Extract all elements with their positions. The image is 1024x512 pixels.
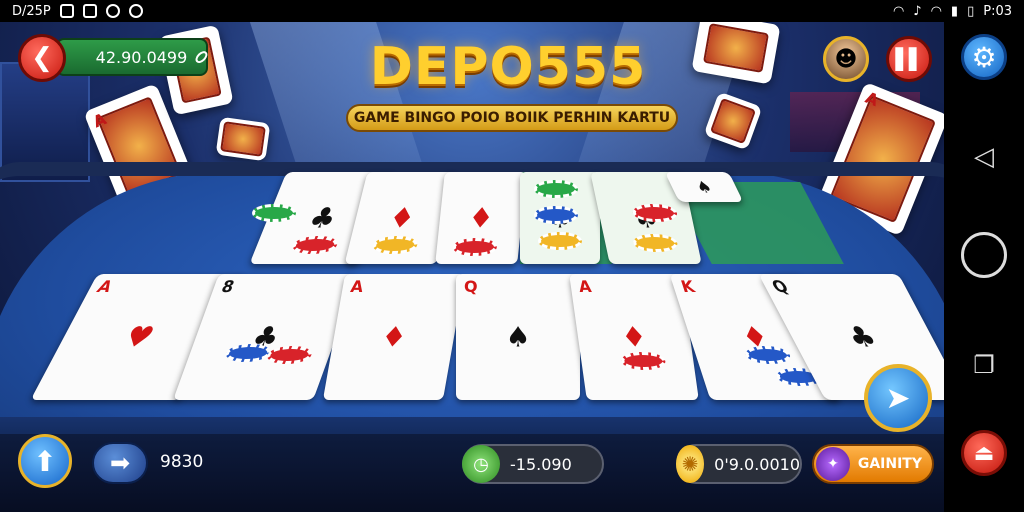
pause-icon: ▌▌ (895, 47, 925, 71)
card-rank: 8 (218, 277, 237, 296)
chip (631, 234, 680, 252)
alert-icon (105, 4, 120, 18)
avatar-icon: ☻ (834, 46, 858, 72)
gem-purple-icon: ✦ (816, 447, 850, 481)
recents-icon: ❐ (973, 351, 995, 379)
card-rank: A (349, 277, 365, 296)
battery-icon: ▯ (967, 3, 975, 19)
next-button[interactable]: ➡ (92, 442, 148, 484)
game-screen: D/25P ◠ ♪ ◠ ▮ ▯ P:03 A A ♣ ♦ ♦ ♠ A ♥ 8 ♣… (0, 0, 1024, 512)
card-top-3[interactable]: ♦ (435, 172, 527, 264)
exit-icon: ⏏ (973, 440, 995, 466)
game-subtitle: GAME BINGO POIO BOIIK PERHIN KARTU (346, 104, 678, 132)
card-top-4[interactable]: ♠ (520, 172, 600, 264)
gem-icon (193, 48, 210, 66)
card-bottom-4[interactable]: Q ♠ (456, 274, 580, 400)
card-bottom-3[interactable]: A ♦ (322, 274, 466, 400)
green-balance-pill[interactable]: ◷ -15.090 (462, 444, 604, 484)
sync-icon (128, 4, 143, 18)
card-rank: A (577, 277, 593, 296)
arrow-up-icon: ⬆ (33, 444, 57, 478)
status-bar: D/25P ◠ ♪ ◠ ▮ ▯ P:03 (0, 0, 1024, 22)
notification-icon (59, 4, 74, 18)
system-back-button[interactable]: ◁ (961, 134, 1007, 180)
settings-button[interactable]: ⚙ (961, 34, 1007, 80)
coin-balance-pill[interactable]: ✺ 0'9.0.0010 (676, 444, 802, 484)
chip (534, 206, 578, 224)
card-emblem: ♦ (466, 201, 496, 235)
arrow-right-icon: ➡ (109, 449, 131, 477)
mute-icon: ♪ (913, 3, 922, 19)
system-nav-bar: ⚙ ◁ ❐ ⏏ (944, 22, 1024, 512)
card-emblem: ♠ (505, 320, 531, 354)
chip (538, 232, 582, 250)
signal-icon: ▮ (950, 3, 959, 19)
status-time-left: D/25P (12, 3, 51, 19)
card-rank: A (93, 277, 117, 296)
card-emblem: ♦ (619, 320, 649, 354)
game-logo: DEPO555 (369, 37, 647, 97)
gear-icon: ⚙ (971, 40, 997, 74)
green-pill-value: -15.090 (510, 454, 572, 474)
balance-value: 42.90.0499 (95, 47, 188, 67)
action-button[interactable]: ✦ GAINITY (812, 444, 934, 484)
card-emblem: ♦ (385, 201, 419, 235)
chip (222, 344, 274, 362)
card-emblem: ♣ (303, 201, 343, 235)
arrow-left-icon: ❮ (31, 43, 53, 73)
wifi-2-icon: ◠ (930, 3, 942, 19)
up-button[interactable]: ⬆ (18, 434, 72, 488)
clock-icon: ◷ (462, 445, 500, 483)
system-home-button[interactable] (961, 232, 1007, 278)
card-emblem: ♣ (840, 320, 884, 354)
chip (742, 346, 793, 364)
card-rank: Q (768, 277, 792, 296)
chip (252, 204, 296, 222)
card-rank: Q (464, 277, 478, 296)
card-emblem: ♥ (117, 320, 161, 354)
pause-button[interactable]: ▌▌ (886, 36, 932, 82)
sun-pill-value: 0'9.0.0010 (714, 454, 800, 474)
chip (289, 236, 341, 254)
player-avatar[interactable]: ☻ (823, 36, 869, 82)
chip (620, 352, 667, 370)
app-icon (82, 4, 97, 18)
wifi-icon: ◠ (892, 3, 905, 19)
action-label: GAINITY (857, 456, 922, 472)
play-button[interactable]: ➤ (864, 364, 932, 432)
bet-value: 9830 (160, 452, 204, 472)
chip (371, 236, 420, 254)
back-button[interactable]: ❮ (18, 34, 66, 82)
card-emblem: ♦ (378, 320, 410, 354)
sun-icon: ✺ (676, 445, 705, 483)
floating-card (215, 116, 271, 162)
chip (452, 238, 498, 256)
status-time-right: P:03 (983, 3, 1012, 19)
chip (534, 180, 578, 198)
arrow-cursor-icon: ➤ (885, 380, 911, 416)
card-emblem: ♠ (692, 177, 716, 197)
exit-button[interactable]: ⏏ (961, 430, 1007, 476)
system-recents-button[interactable]: ❐ (961, 342, 1007, 388)
card-rank: K (678, 277, 698, 296)
back-triangle-icon: ◁ (974, 142, 994, 172)
balance-display: 42.90.0499 (56, 38, 210, 76)
game-scene: A A ♣ ♦ ♦ ♠ ♠ (0, 22, 944, 512)
